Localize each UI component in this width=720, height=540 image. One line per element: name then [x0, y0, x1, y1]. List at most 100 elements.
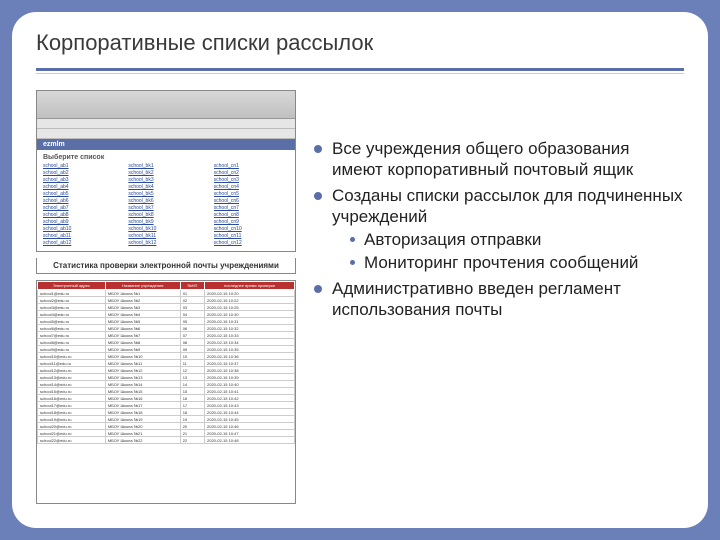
stats-caption: Статистика проверки электронной почты уч… [36, 258, 296, 274]
table-cell: school8@edu.ru [38, 339, 106, 346]
table-row: school13@edu.ruМБОУ Школа №13132020-02-1… [38, 374, 295, 381]
mailing-list-link[interactable]: school_cn9 [214, 219, 289, 226]
mailing-list-link[interactable]: school_ab7 [43, 205, 118, 212]
mailing-list-link[interactable]: school_ab12 [43, 240, 118, 247]
mailing-list-link[interactable]: school_ab10 [43, 226, 118, 233]
bullet-item: Все учреждения общего образования имеют … [314, 138, 684, 181]
left-column: ezmlm Выберите список school_ab1school_a… [36, 90, 296, 504]
table-row: school14@edu.ruМБОУ Школа №14142020-02-1… [38, 381, 295, 388]
table-row: school11@edu.ruМБОУ Школа №11112020-02-1… [38, 360, 295, 367]
table-row: school3@edu.ruМБОУ Школа №3032020-02-15 … [38, 304, 295, 311]
sub-bullet-item: Авторизация отправки [332, 229, 684, 250]
mailing-list-link[interactable]: school_bk7 [128, 205, 203, 212]
mailing-list-link[interactable]: school_cn10 [214, 226, 289, 233]
table-cell: 2020-02-15 10:32 [205, 325, 295, 332]
mailing-list-link[interactable]: school_ab8 [43, 212, 118, 219]
mailing-list-link[interactable]: school_cn7 [214, 205, 289, 212]
table-cell: school20@edu.ru [38, 423, 106, 430]
table-row: school12@edu.ruМБОУ Школа №12122020-02-1… [38, 367, 295, 374]
table-cell: 2020-02-15 10:20 [205, 290, 295, 297]
table-cell: МБОУ Школа №19 [105, 416, 180, 423]
table-row: school18@edu.ruМБОУ Школа №18182020-02-1… [38, 409, 295, 416]
right-column: Все учреждения общего образования имеют … [314, 90, 684, 504]
table-cell: 2020-02-15 10:46 [205, 423, 295, 430]
table-row: school17@edu.ruМБОУ Школа №17172020-02-1… [38, 402, 295, 409]
mailing-list-link[interactable]: school_bk5 [128, 191, 203, 198]
table-cell: 2020-02-15 10:47 [205, 430, 295, 437]
mailing-list-link[interactable]: school_cn1 [214, 163, 289, 170]
table-cell: 03 [180, 304, 204, 311]
table-cell: 2020-02-15 10:34 [205, 339, 295, 346]
mailing-list-link[interactable]: school_ab2 [43, 170, 118, 177]
mailing-list-link[interactable]: school_bk8 [128, 212, 203, 219]
mailing-list-link[interactable]: school_ab4 [43, 184, 118, 191]
mailing-list-link[interactable]: school_bk4 [128, 184, 203, 191]
table-cell: school9@edu.ru [38, 346, 106, 353]
mailing-list-link[interactable]: school_cn4 [214, 184, 289, 191]
table-cell: МБОУ Школа №2 [105, 297, 180, 304]
browser-addressbar [37, 129, 295, 139]
mailing-list-link[interactable]: school_cn5 [214, 191, 289, 198]
mailing-list-link[interactable]: school_bk2 [128, 170, 203, 177]
table-cell: 18 [180, 409, 204, 416]
bullet-item: Созданы списки рассылок для подчиненных … [314, 185, 684, 274]
mailing-list-link[interactable]: school_bk10 [128, 226, 203, 233]
table-cell: 2020-02-15 10:30 [205, 311, 295, 318]
mailing-list-link[interactable]: school_bk6 [128, 198, 203, 205]
table-cell: 06 [180, 325, 204, 332]
table-cell: 2020-02-15 10:42 [205, 395, 295, 402]
table-row: school8@edu.ruМБОУ Школа №8082020-02-15 … [38, 339, 295, 346]
table-cell: МБОУ Школа №11 [105, 360, 180, 367]
table-cell: 2020-02-15 10:38 [205, 367, 295, 374]
table-cell: 01 [180, 290, 204, 297]
stats-table: Электронный адресНазвание учреждения№НПп… [37, 281, 295, 444]
content-area: ezmlm Выберите список school_ab1school_a… [12, 74, 708, 520]
table-cell: МБОУ Школа №13 [105, 374, 180, 381]
table-cell: 04 [180, 311, 204, 318]
mailing-list-link[interactable]: school_cn11 [214, 233, 289, 240]
table-cell: МБОУ Школа №1 [105, 290, 180, 297]
table-cell: МБОУ Школа №6 [105, 325, 180, 332]
mailing-list-link[interactable]: school_cn12 [214, 240, 289, 247]
table-row: school1@edu.ruМБОУ Школа №1012020-02-15 … [38, 290, 295, 297]
table-cell: МБОУ Школа №10 [105, 353, 180, 360]
table-cell: 2020-02-15 10:33 [205, 332, 295, 339]
table-row: school15@edu.ruМБОУ Школа №15152020-02-1… [38, 388, 295, 395]
mailing-list-link[interactable]: school_bk9 [128, 219, 203, 226]
mailing-list-link[interactable]: school_cn3 [214, 177, 289, 184]
link-col-2: school_bk1school_bk2school_bk3school_bk4… [128, 163, 203, 247]
table-cell: 07 [180, 332, 204, 339]
mailing-list-link[interactable]: school_ab11 [43, 233, 118, 240]
mailing-list-link[interactable]: school_cn6 [214, 198, 289, 205]
mailing-list-link[interactable]: school_ab9 [43, 219, 118, 226]
table-cell: МБОУ Школа №14 [105, 381, 180, 388]
table-cell: МБОУ Школа №18 [105, 409, 180, 416]
table-cell: МБОУ Школа №3 [105, 304, 180, 311]
table-cell: school12@edu.ru [38, 367, 106, 374]
table-cell: МБОУ Школа №16 [105, 395, 180, 402]
table-cell: 13 [180, 374, 204, 381]
table-cell: МБОУ Школа №15 [105, 388, 180, 395]
mailing-list-link[interactable]: school_bk11 [128, 233, 203, 240]
table-row: school16@edu.ruМБОУ Школа №16162020-02-1… [38, 395, 295, 402]
browser-screenshot: ezmlm Выберите список school_ab1school_a… [36, 90, 296, 252]
table-row: school4@edu.ruМБОУ Школа №4042020-02-15 … [38, 311, 295, 318]
mailing-list-link[interactable]: school_ab6 [43, 198, 118, 205]
mailing-list-link[interactable]: school_cn2 [214, 170, 289, 177]
mailing-list-link[interactable]: school_ab1 [43, 163, 118, 170]
table-cell: 15 [180, 388, 204, 395]
bullet-text: Административно введен регламент использ… [332, 279, 621, 319]
mailing-list-link[interactable]: school_cn8 [214, 212, 289, 219]
browser-titlebar [37, 91, 295, 119]
mailing-list-link[interactable]: school_bk1 [128, 163, 203, 170]
mailing-list-link[interactable]: school_bk3 [128, 177, 203, 184]
table-cell: 2020-02-15 10:22 [205, 297, 295, 304]
mailing-list-link[interactable]: school_ab3 [43, 177, 118, 184]
table-cell: 2020-02-15 10:31 [205, 318, 295, 325]
table-cell: 10 [180, 353, 204, 360]
mailing-list-link[interactable]: school_ab5 [43, 191, 118, 198]
table-cell: school11@edu.ru [38, 360, 106, 367]
table-row: school19@edu.ruМБОУ Школа №19192020-02-1… [38, 416, 295, 423]
mailing-list-link[interactable]: school_bk12 [128, 240, 203, 247]
table-cell: school13@edu.ru [38, 374, 106, 381]
